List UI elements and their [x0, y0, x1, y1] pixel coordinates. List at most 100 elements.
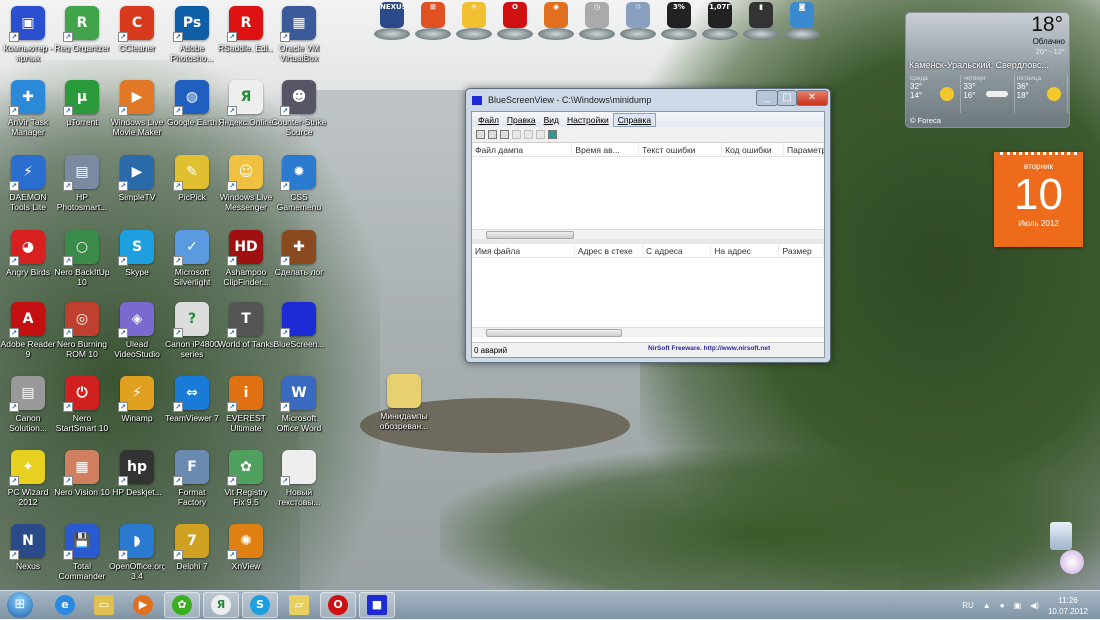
desktop-icon[interactable]: Я ↗ Яндекс.Online [218, 80, 274, 127]
desktop-icon[interactable]: ✓ ↗ Microsoft Silverlight [164, 230, 220, 287]
taskbar-skype[interactable]: S [242, 592, 278, 618]
desktop-icon[interactable]: i ↗ EVEREST Ultimate [218, 376, 274, 433]
desktop-icon[interactable]: Минидампы обозреван... [376, 374, 432, 431]
desktop-icon[interactable]: ⚡ ↗ Winamp [109, 376, 165, 423]
show-hidden-icon[interactable]: ▲ [983, 601, 991, 610]
scroll-thumb[interactable] [486, 329, 622, 337]
dump-list[interactable] [472, 157, 824, 229]
dock-opera[interactable]: O [496, 2, 534, 40]
close-button[interactable]: ✕ [796, 90, 828, 106]
desktop-icon[interactable]: HD ↗ Ashampoo ClipFinder... [218, 230, 274, 287]
language-indicator[interactable]: RU [962, 601, 974, 610]
taskbar-yandex[interactable]: Я [203, 592, 239, 618]
col-error-code[interactable]: Код ошибки [722, 143, 784, 156]
desktop-icon[interactable]: ↗ BlueScreen... [271, 302, 327, 349]
desktop-icon[interactable]: ⚡ ↗ DAEMON Tools Lite [0, 155, 56, 212]
desktop-icon[interactable]: ◗ ↗ OpenOffice.org 3.4 [109, 524, 165, 581]
properties-icon[interactable] [524, 130, 533, 139]
start-button[interactable]: ⊞ [7, 592, 33, 618]
desktop-icon[interactable]: F ↗ Format Factory [164, 450, 220, 507]
calendar-gadget[interactable]: вторник 10 Июль 2012 [994, 152, 1083, 247]
desktop-icon[interactable]: ✺ ↗ XnView [218, 524, 274, 571]
desktop-icon[interactable]: R ↗ RSaddle_Edi... [218, 6, 274, 53]
menu-file[interactable]: Файл [474, 114, 503, 126]
nirsoft-link[interactable]: NirSoft Freeware. http://www.nirsoft.net [648, 345, 770, 352]
scroll-thumb[interactable] [486, 231, 574, 239]
dock-firefox[interactable]: ◉ [537, 2, 575, 40]
dock-nexus[interactable]: NEXUS [373, 2, 411, 40]
col-to-address[interactable]: На адрес [711, 244, 780, 257]
copy-icon[interactable] [512, 130, 521, 139]
upper-horizontal-scrollbar[interactable] [472, 229, 824, 239]
desktop-icon[interactable]: ◈ ↗ Ulead VideoStudio [109, 302, 165, 359]
taskbar-explorer[interactable]: ▭ [86, 592, 122, 618]
menu-settings[interactable]: Настройки [563, 114, 613, 126]
network-icon[interactable]: ▣ [1014, 601, 1022, 610]
desktop-icon[interactable]: ↗ Новый текстовы... [271, 450, 327, 507]
desktop-icon[interactable]: ▤ ↗ HP Photosmart... [54, 155, 110, 212]
taskbar-internet-explorer[interactable]: e [47, 592, 83, 618]
desktop-icon[interactable]: ✹ ↗ CSS Gamemenu [271, 155, 327, 212]
col-file-name[interactable]: Имя файла [472, 244, 575, 257]
col-parameter[interactable]: Параметр [784, 143, 824, 156]
driver-list[interactable] [472, 258, 824, 327]
dock-windows[interactable]: ⊞ [414, 2, 452, 40]
desktop-icon[interactable]: ☺ ↗ Windows Live Messenger [218, 155, 274, 212]
desktop-icon[interactable]: ⇔ ↗ TeamViewer 7 [164, 376, 220, 423]
desktop-icon[interactable]: ▶ ↗ SimpleTV [109, 155, 165, 202]
recycle-bin-icon[interactable] [1050, 522, 1072, 550]
taskbar-icq[interactable]: ✿ [164, 592, 200, 618]
desktop-icon[interactable]: ✎ ↗ PicPick [164, 155, 220, 202]
desktop-icon[interactable]: ✚ ↗ Сделать лог [271, 230, 327, 277]
desktop-icon[interactable]: ◎ ↗ Nero Burning ROM 10 [54, 302, 110, 359]
lower-horizontal-scrollbar[interactable] [472, 327, 824, 337]
col-size[interactable]: Размер [779, 244, 824, 257]
taskbar-sticky-notes[interactable]: ▱ [281, 592, 317, 618]
dock-drive[interactable]: ▮ [742, 2, 780, 40]
desktop-icon[interactable]: hp ↗ HP Deskjet... [109, 450, 165, 497]
col-stack-address[interactable]: Адрес в стеке [575, 244, 644, 257]
taskbar-opera[interactable]: O [320, 592, 356, 618]
desktop-icon[interactable]: ✿ ↗ Vit Registry Fix 9.5 [218, 450, 274, 507]
find-icon[interactable] [536, 130, 545, 139]
desktop-icon[interactable]: Ps ↗ Adobe Photosho... [164, 6, 220, 63]
desktop-icon[interactable]: ▤ ↗ Canon Solution... [0, 376, 56, 433]
desktop-icon[interactable]: S ↗ Skype [109, 230, 165, 277]
desktop-icon[interactable]: ▣ ↗ Компьютер - ярлык [0, 6, 56, 63]
disc-icon[interactable] [1060, 550, 1084, 574]
desktop-icon[interactable]: ▶ ↗ Windows Live Movie Maker [109, 80, 165, 137]
desktop-icon[interactable]: ▦ ↗ Nero Vision 10 [54, 450, 110, 497]
weather-gadget[interactable]: 18° Облачно 20° - 12° Каменск-Уральский,… [905, 12, 1070, 128]
desktop-icon[interactable]: ⏻ ↗ Nero StartSmart 10 [54, 376, 110, 433]
desktop-icon[interactable]: R ↗ Reg Organizer [54, 6, 110, 53]
desktop-icon[interactable]: ▦ ↗ Oracle VM VirtualBox [271, 6, 327, 63]
dock-recycle-bin[interactable]: ♲ [619, 2, 657, 40]
desktop-icon[interactable]: µ ↗ µTorrent [54, 80, 110, 127]
desktop-icon[interactable]: N ↗ Nexus [0, 524, 56, 571]
desktop-icon[interactable]: ✦ ↗ PC Wizard 2012 [0, 450, 56, 507]
menu-view[interactable]: Вид [540, 114, 563, 126]
clock[interactable]: 11:26 10.07.2012 [1048, 595, 1088, 617]
desktop-icon[interactable]: ?↗Canon iP4800 series Screen... [164, 302, 220, 359]
taskbar-media-player[interactable]: ▶ [125, 592, 161, 618]
desktop-icon[interactable]: ○ ↗ Nero BackItUp 10 [54, 230, 110, 287]
options-icon[interactable] [476, 130, 485, 139]
col-crash-time[interactable]: Время ав... [572, 143, 640, 156]
save-icon[interactable] [488, 130, 497, 139]
desktop-icon[interactable]: ◕ ↗ Angry Birds [0, 230, 56, 277]
exit-icon[interactable] [548, 130, 557, 139]
dock-clock[interactable]: ◷ [578, 2, 616, 40]
desktop-icon[interactable]: 7 ↗ Delphi 7 [164, 524, 220, 571]
minimize-button[interactable]: _ [756, 90, 778, 106]
dock-photo[interactable]: ◙ [783, 2, 821, 40]
desktop-icon[interactable]: T ↗ World of Tanks [218, 302, 274, 349]
desktop-icon[interactable]: ◍ ↗ Google Earth [164, 80, 220, 127]
tray-app-icon[interactable]: ● [1000, 601, 1005, 610]
dock-memory-meter[interactable]: 1,07Г [701, 2, 739, 40]
col-error-text[interactable]: Текст ошибки [639, 143, 723, 156]
dock-cpu-meter[interactable]: 3% [660, 2, 698, 40]
maximize-button[interactable]: □ [777, 90, 797, 106]
desktop-icon[interactable]: C ↗ CCleaner [109, 6, 165, 53]
desktop-icon[interactable]: W ↗ Microsoft Office Word [271, 376, 327, 433]
desktop-icon[interactable]: ☻ ↗ Counter-Strike Source [271, 80, 327, 137]
